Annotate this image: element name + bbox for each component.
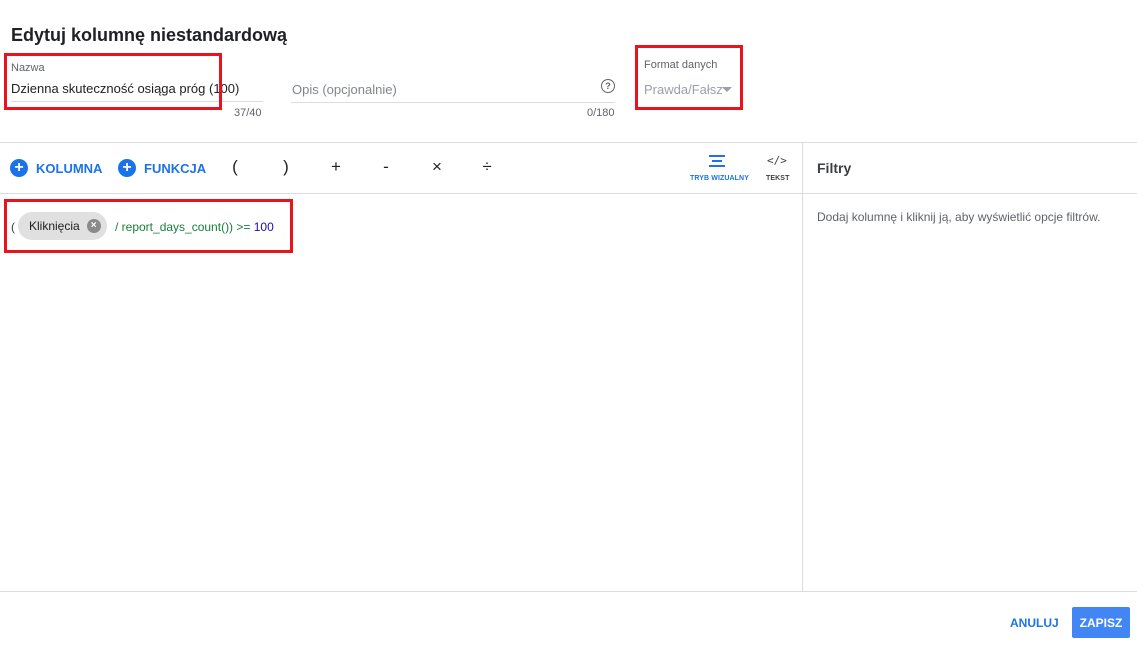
header-divider bbox=[0, 142, 1137, 143]
add-circle-icon: + bbox=[10, 159, 28, 177]
description-field-underline bbox=[291, 102, 615, 103]
dialog-title: Edytuj kolumnę niestandardową bbox=[11, 25, 288, 45]
add-function-button[interactable]: + FUNKCJA bbox=[118, 159, 206, 177]
description-field-placeholder[interactable]: Opis (opcjonalnie) bbox=[292, 82, 397, 97]
filters-title: Filtry bbox=[817, 160, 852, 176]
add-column-label: KOLUMNA bbox=[36, 160, 103, 176]
add-column-button[interactable]: + KOLUMNA bbox=[10, 159, 102, 177]
visual-mode-button[interactable]: TRYB WIZUALNY bbox=[684, 152, 750, 186]
code-icon: </> bbox=[767, 154, 787, 167]
save-button[interactable]: ZAPISZ bbox=[1072, 607, 1130, 638]
add-function-label: FUNKCJA bbox=[144, 160, 207, 176]
highlight-box-name bbox=[4, 53, 222, 110]
text-mode-label: TEKST bbox=[766, 175, 790, 182]
visual-mode-label: TRYB WIZUALNY bbox=[690, 175, 749, 182]
help-icon[interactable]: ? bbox=[601, 79, 615, 93]
cancel-button[interactable]: ANULUJ bbox=[1010, 616, 1059, 630]
footer-divider bbox=[0, 591, 1137, 592]
text-mode-button[interactable]: </> TEKST bbox=[763, 152, 793, 186]
plus-button[interactable]: + bbox=[326, 157, 346, 177]
filters-header-bg bbox=[803, 143, 1137, 193]
multiply-button[interactable]: × bbox=[427, 157, 447, 177]
filters-hint: Dodaj kolumnę i kliknij ją, aby wyświetl… bbox=[817, 210, 1101, 224]
close-paren-button[interactable]: ) bbox=[276, 157, 296, 177]
minus-button[interactable]: - bbox=[376, 157, 396, 177]
description-field-counter: 0/180 bbox=[587, 107, 615, 119]
add-circle-icon: + bbox=[118, 159, 136, 177]
highlight-box-format bbox=[635, 45, 743, 110]
toolbar-divider bbox=[0, 193, 1137, 194]
visual-mode-icon bbox=[709, 155, 725, 167]
divide-button[interactable]: ÷ bbox=[477, 157, 497, 177]
highlight-box-formula bbox=[4, 199, 293, 253]
name-field-counter: 37/40 bbox=[234, 107, 262, 119]
open-paren-button[interactable]: ( bbox=[225, 157, 245, 177]
filters-panel-divider bbox=[802, 143, 803, 591]
